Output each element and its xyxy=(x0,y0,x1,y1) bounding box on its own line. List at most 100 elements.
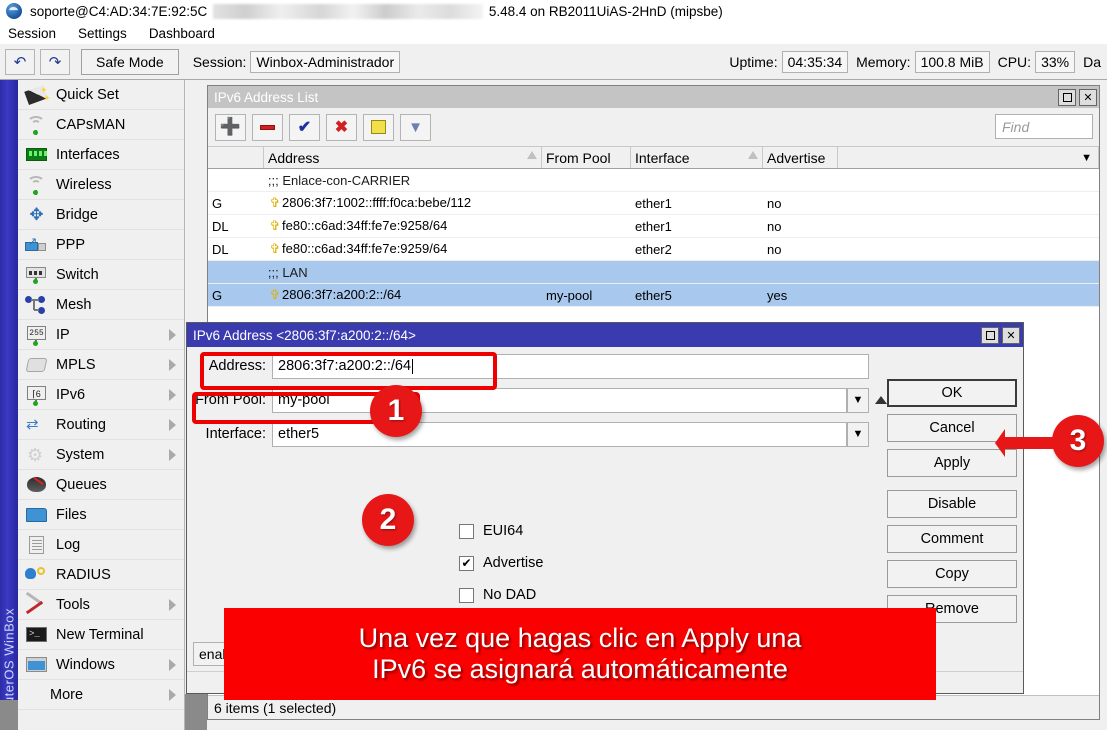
ok-button[interactable]: OK xyxy=(887,379,1017,407)
sidebar-label: Switch xyxy=(56,267,99,283)
session-value[interactable]: Winbox-Administrador xyxy=(250,51,400,73)
sidebar-label: PPP xyxy=(56,237,85,253)
chevron-right-icon xyxy=(169,419,176,431)
sidebar-item-quick-set[interactable]: ✦ ✦ Quick Set xyxy=(18,80,184,110)
column-label: Advertise xyxy=(767,150,825,166)
list-toolbar: ➕ ✔ ✖ ▼ Find xyxy=(208,108,1099,146)
sidebar-item-bridge[interactable]: ✥ Bridge xyxy=(18,200,184,230)
sidebar-item-files[interactable]: Files xyxy=(18,500,184,530)
sidebar-menu: ✦ ✦ Quick Set CAPsMAN Interfaces Wireles… xyxy=(18,80,185,730)
disable-button[interactable]: Disable xyxy=(887,490,1017,518)
cell-address: ✞2806:3f7:a200:2::/64 xyxy=(264,287,542,303)
sidebar-item-ppp[interactable]: ↗ PPP xyxy=(18,230,184,260)
sidebar-item-more[interactable]: More xyxy=(18,680,184,710)
column-address[interactable]: Address xyxy=(264,147,542,168)
status-indicators: Uptime: 04:35:34 Memory: 100.8 MiB CPU: … xyxy=(721,44,1107,80)
maximize-button[interactable] xyxy=(1058,89,1076,106)
comment-button[interactable]: Comment xyxy=(887,525,1017,553)
filter-icon[interactable]: ▼ xyxy=(400,114,431,141)
sidebar-item-routing[interactable]: ⇄ Routing xyxy=(18,410,184,440)
table-row[interactable]: DL ✞fe80::c6ad:34ff:fe7e:9258/64 ether1 … xyxy=(208,215,1099,238)
disable-icon[interactable]: ✖ xyxy=(326,114,357,141)
interface-label: Interface: xyxy=(187,426,272,442)
undo-icon[interactable]: ↶ xyxy=(5,49,35,75)
dialog-button-column: OK Cancel Apply Disable Comment Copy Rem… xyxy=(887,379,1017,630)
sidebar-item-interfaces[interactable]: Interfaces xyxy=(18,140,184,170)
menu-item-settings[interactable]: Settings xyxy=(74,25,131,42)
corner-filler xyxy=(0,700,18,730)
column-options-dropdown[interactable]: ▼ xyxy=(838,147,1099,168)
remove-icon[interactable] xyxy=(252,114,283,141)
advertise-checkbox[interactable]: ✔ xyxy=(459,556,474,571)
menu-item-session[interactable]: Session xyxy=(4,25,60,42)
from-pool-input[interactable]: my-pool xyxy=(272,388,847,413)
column-flags[interactable] xyxy=(208,147,264,168)
wifi-icon xyxy=(24,174,50,196)
redo-icon[interactable]: ↷ xyxy=(40,49,70,75)
menu-item-dashboard[interactable]: Dashboard xyxy=(145,25,219,42)
from-pool-collapse-icon[interactable] xyxy=(875,396,887,404)
sidebar-label: CAPsMAN xyxy=(56,117,125,133)
checkbox-row-eui64[interactable]: EUI64 xyxy=(459,515,543,547)
list-column-headers: Address From Pool Interface Advertise ▼ xyxy=(208,146,1099,169)
sidebar-item-new-terminal[interactable]: >_ New Terminal xyxy=(18,620,184,650)
column-from-pool[interactable]: From Pool xyxy=(542,147,631,168)
sidebar-item-switch[interactable]: Switch xyxy=(18,260,184,290)
address-input[interactable]: 2806:3f7:a200:2::/64 xyxy=(272,354,869,379)
table-row[interactable]: DL ✞fe80::c6ad:34ff:fe7e:9259/64 ether2 … xyxy=(208,238,1099,261)
checkbox-row-advertise[interactable]: ✔ Advertise xyxy=(459,547,543,579)
interface-input[interactable]: ether5 xyxy=(272,422,847,447)
from-pool-dropdown-button[interactable]: ▼ xyxy=(847,388,869,413)
find-input[interactable]: Find xyxy=(995,114,1093,139)
sidebar-item-wireless[interactable]: Wireless xyxy=(18,170,184,200)
cell-address: ✞fe80::c6ad:34ff:fe7e:9259/64 xyxy=(264,241,542,257)
address-label: Address: xyxy=(187,358,272,374)
table-row[interactable]: ;;; LAN xyxy=(208,261,1099,284)
arrow-to-apply-icon xyxy=(995,418,1105,468)
from-pool-label: From Pool: xyxy=(187,392,272,408)
sidebar-item-ip[interactable]: 255 IP xyxy=(18,320,184,350)
ipv6-icon: ⌈6 xyxy=(24,384,50,406)
sidebar-item-mpls[interactable]: MPLS xyxy=(18,350,184,380)
close-icon[interactable]: ✕ xyxy=(1002,327,1020,344)
checkbox-row-no-dad[interactable]: No DAD xyxy=(459,579,543,611)
callout-line-1: Una vez que hagas clic en Apply una xyxy=(359,623,802,654)
tools-icon xyxy=(24,594,50,616)
chevron-right-icon xyxy=(169,359,176,371)
title-user-mac: soporte@C4:AD:34:7E:92:5C xyxy=(30,4,207,19)
cell-address-text: 2806:3f7:a200:2::/64 xyxy=(282,287,401,302)
cell-flags: G xyxy=(208,288,264,303)
chevron-right-icon xyxy=(169,449,176,461)
table-row[interactable]: G ✞2806:3f7:1002::ffff:f0ca:bebe/112 eth… xyxy=(208,192,1099,215)
enable-icon[interactable]: ✔ xyxy=(289,114,320,141)
comment-icon[interactable] xyxy=(363,114,394,141)
sidebar-item-log[interactable]: Log xyxy=(18,530,184,560)
table-row[interactable]: G ✞2806:3f7:a200:2::/64 my-pool ether5 y… xyxy=(208,284,1099,307)
sidebar-item-windows[interactable]: Windows xyxy=(18,650,184,680)
close-icon[interactable]: ✕ xyxy=(1079,89,1097,106)
chevron-right-icon xyxy=(169,659,176,671)
column-advertise[interactable]: Advertise xyxy=(763,147,838,168)
eui64-checkbox[interactable] xyxy=(459,524,474,539)
dialog-form: Address: 2806:3f7:a200:2::/64 From Pool:… xyxy=(187,347,887,449)
network-card-icon xyxy=(24,144,50,166)
sidebar-item-radius[interactable]: RADIUS xyxy=(18,560,184,590)
sidebar-item-queues[interactable]: Queues xyxy=(18,470,184,500)
sidebar-item-capsman[interactable]: CAPsMAN xyxy=(18,110,184,140)
mpls-icon xyxy=(24,354,50,376)
interface-dropdown-button[interactable]: ▼ xyxy=(847,422,869,447)
sidebar-label: Files xyxy=(56,507,87,523)
safe-mode-button[interactable]: Safe Mode xyxy=(81,49,179,75)
field-row-interface: Interface: ether5 ▼ xyxy=(187,419,887,449)
copy-button[interactable]: Copy xyxy=(887,560,1017,588)
maximize-button[interactable] xyxy=(981,327,999,344)
sidebar-item-tools[interactable]: Tools xyxy=(18,590,184,620)
sidebar-item-mesh[interactable]: Mesh xyxy=(18,290,184,320)
add-icon[interactable]: ➕ xyxy=(215,114,246,141)
sidebar-item-ipv6[interactable]: ⌈6 IPv6 xyxy=(18,380,184,410)
table-row[interactable]: ;;; Enlace-con-CARRIER xyxy=(208,169,1099,192)
sidebar-item-system[interactable]: ⚙ System xyxy=(18,440,184,470)
column-interface[interactable]: Interface xyxy=(631,147,763,168)
no-dad-checkbox[interactable] xyxy=(459,588,474,603)
cell-advertise: yes xyxy=(763,288,838,303)
